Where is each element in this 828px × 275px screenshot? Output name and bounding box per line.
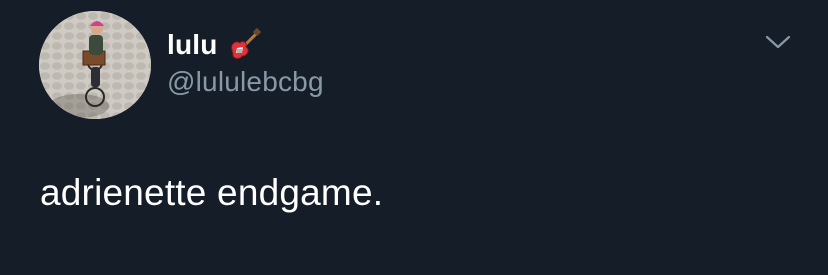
user-handle[interactable]: @lululebcbg [167, 66, 324, 98]
avatar[interactable] [39, 11, 151, 119]
guitar-icon [228, 28, 262, 62]
tweet-card: lulu @lululebcbg adrienette endgame. [0, 0, 828, 275]
display-name[interactable]: lulu [167, 29, 218, 61]
tweet-text: adrienette endgame. [40, 172, 384, 213]
chevron-down-icon[interactable] [763, 30, 793, 54]
avatar-image [39, 11, 151, 119]
name-row: lulu [167, 28, 262, 62]
